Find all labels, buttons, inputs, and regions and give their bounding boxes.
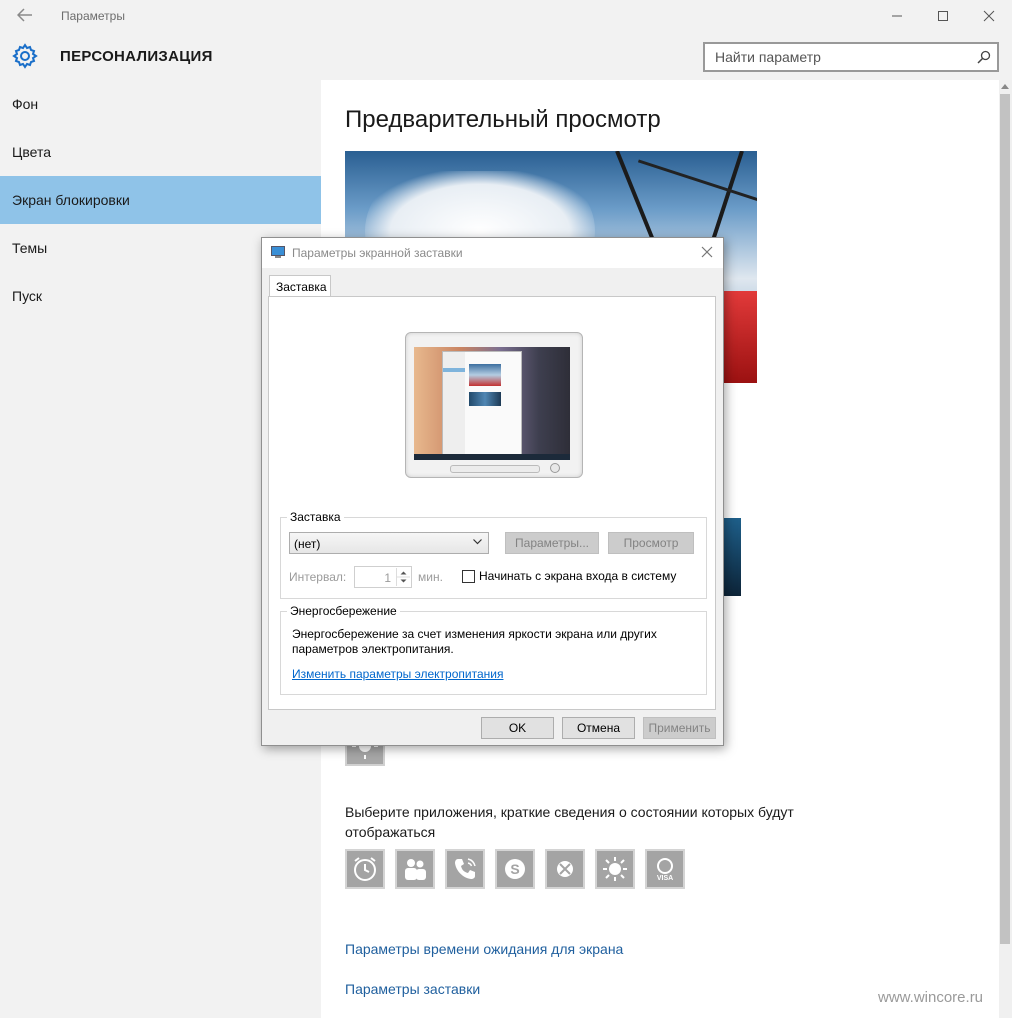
power-group-legend: Энергосбережение (287, 604, 400, 618)
screensaver-settings-link[interactable]: Параметры заставки (345, 981, 480, 997)
screensaver-group: Заставка (нет) Параметры... Просмотр Инт… (280, 510, 707, 599)
tab-panel: Заставка (нет) Параметры... Просмотр Инт… (268, 296, 716, 710)
maximize-icon (938, 11, 948, 21)
stepper-arrows-icon[interactable] (397, 568, 410, 586)
apply-button[interactable]: Применить (643, 717, 716, 739)
logon-checkbox-label[interactable]: Начинать с экрана входа в систему (479, 569, 676, 584)
sidebar-item-label: Цвета (12, 144, 51, 160)
watermark: www.wincore.ru (878, 989, 984, 1006)
logon-checkbox[interactable] (462, 570, 475, 583)
svg-text:VISA: VISA (657, 875, 673, 882)
back-arrow-icon[interactable] (14, 6, 36, 26)
dialog-title: Параметры экранной заставки (292, 246, 463, 260)
search-placeholder: Найти параметр (715, 49, 821, 65)
visa-icon[interactable]: VISA (645, 849, 685, 889)
apps-description: Выберите приложения, краткие сведения о … (345, 804, 794, 840)
weather-icon[interactable] (595, 849, 635, 889)
minimize-button[interactable] (874, 0, 920, 32)
window-title: Параметры (61, 9, 125, 23)
screensaver-preview-button[interactable]: Просмотр (608, 532, 694, 554)
sidebar-item-label: Темы (12, 240, 48, 256)
display-icon (271, 246, 285, 258)
phone-icon[interactable] (445, 849, 485, 889)
gear-icon (12, 43, 38, 69)
dialog-close-icon[interactable] (699, 244, 715, 260)
screen-timeout-link[interactable]: Параметры времени ожидания для экрана (345, 941, 623, 957)
ok-button[interactable]: OK (481, 717, 554, 739)
svg-text:S: S (510, 861, 519, 877)
sidebar-item-label: Пуск (12, 288, 43, 304)
power-group: Энергосбережение Энергосбережение за сче… (280, 604, 707, 695)
interval-stepper[interactable]: 1 (354, 566, 412, 588)
cancel-button[interactable]: Отмена (562, 717, 635, 739)
tab-label: Заставка (276, 280, 327, 294)
search-input[interactable]: Найти параметр (703, 42, 999, 72)
sidebar-item-label: Фон (12, 96, 39, 112)
screensaver-selected: (нет) (294, 537, 321, 551)
interval-value: 1 (384, 571, 391, 585)
sidebar-item-lock-screen[interactable]: Экран блокировки (0, 176, 321, 224)
scrollbar-thumb[interactable] (1000, 94, 1010, 944)
dialog-title-bar: Параметры экранной заставки (262, 238, 723, 268)
preview-heading: Предварительный просмотр (345, 106, 661, 133)
screensaver-dropdown[interactable]: (нет) (289, 532, 489, 554)
power-settings-link[interactable]: Изменить параметры электропитания (292, 667, 503, 681)
alarm-clock-icon[interactable] (345, 849, 385, 889)
vertical-scrollbar[interactable] (999, 80, 1012, 1018)
power-button-icon (550, 463, 560, 473)
sidebar-item-background[interactable]: Фон (0, 80, 321, 128)
header: ПЕРСОНАЛИЗАЦИЯ Найти параметр (0, 32, 1012, 80)
page-title: ПЕРСОНАЛИЗАЦИЯ (60, 48, 213, 65)
xbox-icon[interactable] (545, 849, 585, 889)
screensaver-group-legend: Заставка (287, 510, 344, 524)
chevron-down-icon (473, 539, 482, 545)
power-description: Энергосбережение за счет изменения яркос… (292, 627, 657, 656)
search-icon[interactable] (977, 50, 991, 64)
skype-icon[interactable]: S (495, 849, 535, 889)
monitor-preview (405, 332, 583, 478)
close-button[interactable] (966, 0, 1012, 32)
close-icon (983, 10, 995, 22)
sidebar-item-label: Экран блокировки (12, 192, 130, 208)
app-icons-row: S VISA (345, 849, 685, 889)
minutes-label: мин. (418, 570, 443, 584)
minimize-icon (892, 15, 902, 17)
screensaver-settings-dialog: Параметры экранной заставки Заставка Зас… (261, 237, 724, 746)
sidebar-item-colors[interactable]: Цвета (0, 128, 321, 176)
maximize-button[interactable] (920, 0, 966, 32)
people-icon[interactable] (395, 849, 435, 889)
tab-screensaver[interactable]: Заставка (269, 275, 331, 297)
interval-label: Интервал: (289, 570, 347, 584)
title-bar: Параметры (0, 0, 1012, 32)
screensaver-settings-button[interactable]: Параметры... (505, 532, 599, 554)
scroll-up-icon[interactable] (1001, 84, 1009, 89)
